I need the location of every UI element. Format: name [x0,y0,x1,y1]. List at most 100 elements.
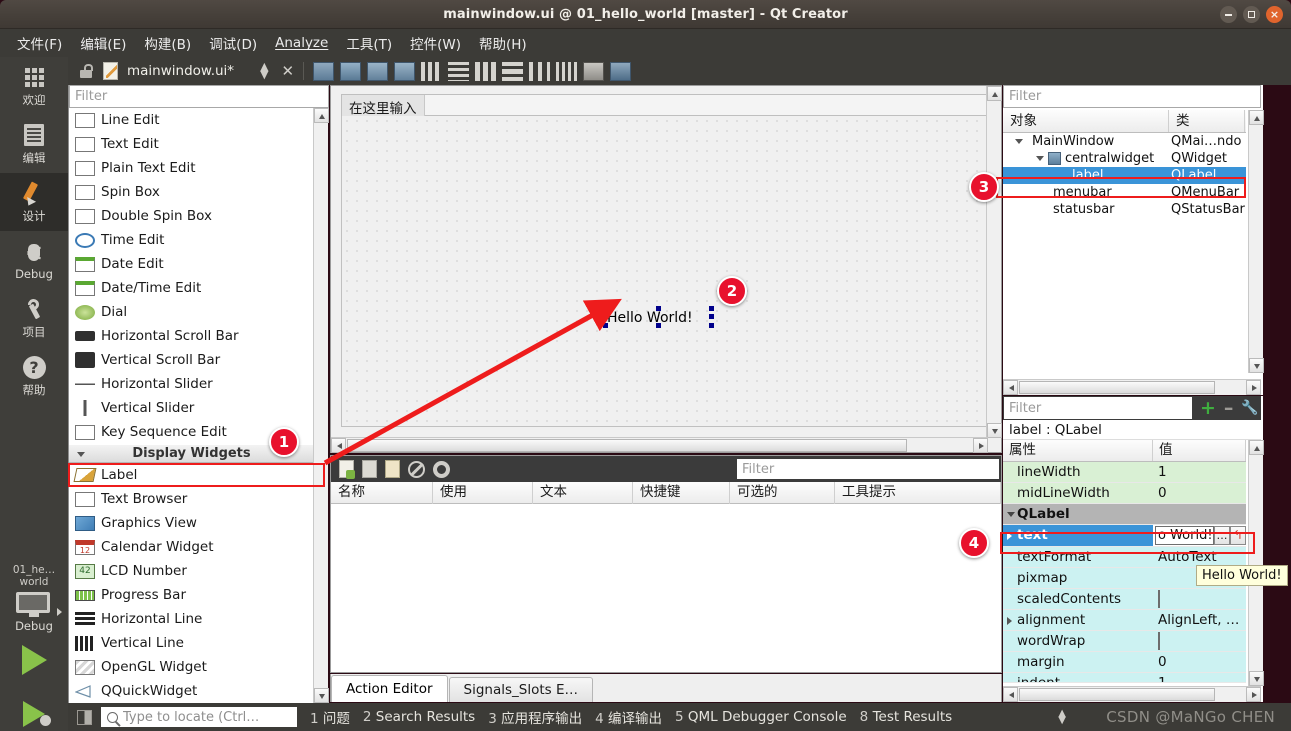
widget-item-spin-box[interactable]: Spin Box [69,180,314,204]
widget-item-graphics-view[interactable]: Graphics View [69,511,314,535]
tree-row-label[interactable]: label QLabel [1003,167,1246,184]
widget-item-double-spin-box[interactable]: Double Spin Box [69,204,314,228]
debug-button[interactable] [0,687,68,731]
open-document-name[interactable]: mainwindow.ui* [127,63,234,79]
object-inspector-filter[interactable]: Filter [1003,85,1261,108]
copy-icon[interactable] [362,460,377,478]
close-button[interactable]: × [1266,6,1283,23]
resize-handle-tc[interactable] [656,306,661,311]
property-value[interactable] [1153,631,1246,651]
property-row-midlinewidth[interactable]: midLineWidth 0 [1003,483,1246,504]
property-value[interactable]: 1 [1153,462,1246,482]
menu-debug[interactable]: 调试(D) [200,30,266,56]
layout-horizontally-icon[interactable] [421,61,443,81]
widget-item-date-time-edit[interactable]: Date/Time Edit [69,276,314,300]
property-editor-filter[interactable]: Filter [1004,397,1192,419]
menu-help[interactable]: 帮助(H) [470,30,536,56]
widget-item-vertical-line[interactable]: Vertical Line [69,631,314,655]
output-pane-test-results[interactable]: 8 Test Results [860,709,953,725]
column-tooltip[interactable]: 工具提示 [835,482,1001,504]
property-value[interactable]: AutoText [1153,547,1246,567]
property-row-alignment[interactable]: alignment AlignLeft, … [1003,610,1246,631]
chevron-right-icon[interactable] [1007,617,1012,625]
text-property-more-button[interactable]: … [1214,526,1230,545]
tree-row-mainwindow[interactable]: MainWindow QMai…ndo [1003,133,1246,150]
column-class[interactable]: 类 [1169,110,1245,132]
delete-icon[interactable] [408,460,425,478]
resize-handle-mr[interactable] [709,314,714,319]
minus-icon[interactable]: – [1224,399,1234,418]
widget-item-line-edit[interactable]: Line Edit [69,108,314,132]
edit-tab-order-icon[interactable] [394,61,416,81]
scroll-thumb[interactable] [1019,381,1215,394]
property-row-text[interactable]: text o World! … ↰ [1003,525,1246,547]
widget-item-horizontal-scroll-bar[interactable]: Horizontal Scroll Bar [69,324,314,348]
maximize-button[interactable] [1243,6,1260,23]
new-action-icon[interactable] [339,460,355,479]
scroll-up-icon[interactable] [987,86,1002,101]
column-text[interactable]: 文本 [533,482,633,504]
kit-target-button[interactable] [0,592,68,618]
menu-analyze[interactable]: Analyze [266,32,337,54]
chevron-down-icon[interactable] [1036,156,1044,161]
adjust-size-icon[interactable] [610,61,632,81]
break-layout-icon[interactable] [583,61,605,81]
menu-tools[interactable]: 工具(T) [337,30,401,56]
property-value[interactable]: AlignLeft, … [1153,610,1246,630]
widget-item-time-edit[interactable]: Time Edit [69,228,314,252]
widget-item-vertical-slider[interactable]: Vertical Slider [69,396,314,420]
tab-signals-slots-editor[interactable]: Signals_Slots E… [448,677,594,702]
wrench-icon[interactable]: 🔧 [1241,401,1258,415]
menu-widgets[interactable]: 控件(W) [401,30,470,56]
widget-box-filter[interactable]: Filter [69,85,329,108]
mode-welcome[interactable]: 欢迎 [0,57,68,115]
resize-handle-ml[interactable] [603,314,608,319]
scroll-left-icon[interactable] [331,438,346,453]
widget-item-date-edit[interactable]: Date Edit [69,252,314,276]
scroll-thumb[interactable] [1019,688,1215,701]
edit-widgets-icon[interactable] [313,61,335,81]
scroll-down-icon[interactable] [314,688,329,703]
property-value[interactable]: 0 [1153,652,1246,672]
column-object[interactable]: 对象 [1003,110,1169,132]
scroll-thumb[interactable] [347,439,907,452]
property-row-indent[interactable]: indent 1 [1003,673,1246,683]
scroll-right-icon[interactable] [973,438,988,453]
close-editor-icon[interactable]: ✕ [282,62,295,80]
scroll-right-icon[interactable] [1246,380,1261,395]
property-value[interactable]: 1 [1153,673,1246,682]
output-pane-updown-icon[interactable]: ▲ ▼ [1058,709,1066,726]
settings-icon[interactable] [433,460,450,478]
widget-item-horizontal-line[interactable]: Horizontal Line [69,607,314,631]
layout-vertically-icon[interactable] [448,61,470,81]
scroll-left-icon[interactable] [1003,380,1018,395]
widget-item-plain-text-edit[interactable]: Plain Text Edit [69,156,314,180]
output-pane-application-output[interactable]: 3 应用程序输出 [488,707,582,727]
output-pane-search-results[interactable]: 2 Search Results [363,709,475,725]
widget-item-opengl-widget[interactable]: OpenGL Widget [69,655,314,679]
tree-row-menubar[interactable]: menubar QMenuBar [1003,184,1246,201]
edit-buddies-icon[interactable] [367,61,389,81]
paste-icon[interactable] [385,460,400,478]
locator-input[interactable]: Type to locate (Ctrl… [101,707,297,727]
scaledcontents-checkbox[interactable] [1158,590,1160,608]
resize-handle-bc[interactable] [656,323,661,328]
property-group-qlabel[interactable]: QLabel [1003,504,1246,525]
widget-item-label[interactable]: Label [69,463,314,487]
property-row-wordwrap[interactable]: wordWrap [1003,631,1246,652]
scroll-up-icon[interactable] [1249,110,1264,125]
widget-box-scrollbar[interactable] [313,108,329,703]
menu-build[interactable]: 构建(B) [135,30,200,56]
scroll-up-icon[interactable] [1249,440,1264,455]
widget-item-text-edit[interactable]: Text Edit [69,132,314,156]
widget-item-lcd-number[interactable]: 42 LCD Number [69,559,314,583]
canvas-vertical-scrollbar[interactable] [986,86,1002,438]
column-shortcut[interactable]: 快捷键 [633,482,730,504]
property-row-linewidth[interactable]: lineWidth 1 [1003,462,1246,483]
resize-handle-tl[interactable] [603,306,608,311]
property-value[interactable] [1153,589,1246,609]
mode-projects[interactable]: 项目 [0,289,68,347]
menu-edit[interactable]: 编辑(E) [71,30,135,56]
widget-item-calendar-widget[interactable]: 12 Calendar Widget [69,535,314,559]
chevron-down-icon[interactable] [1015,139,1023,144]
